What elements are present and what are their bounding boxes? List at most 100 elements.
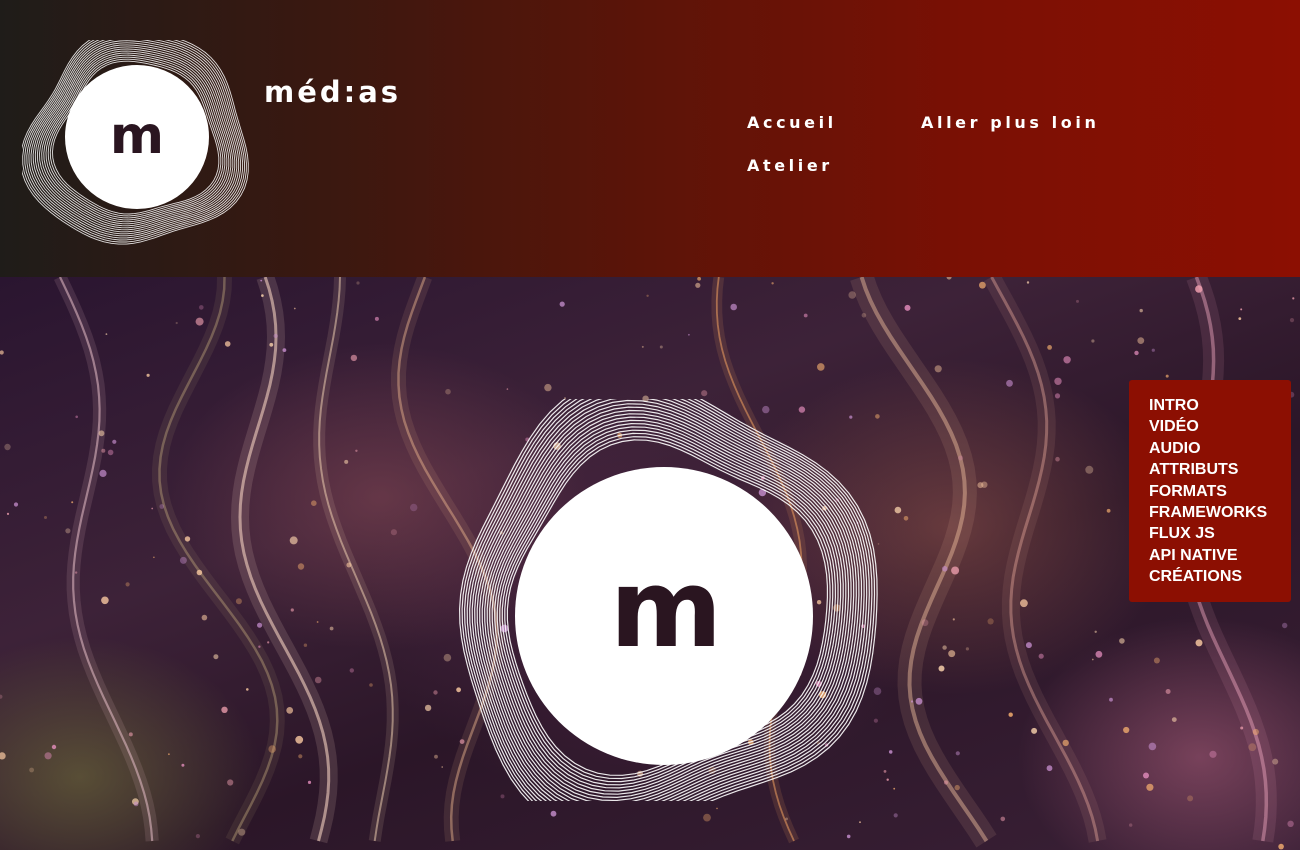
side-menu-item-flux-js[interactable]: FLUX JS [1149, 523, 1291, 544]
bokeh-dot [1020, 599, 1028, 608]
bokeh-dot [1165, 689, 1171, 694]
bokeh-dot [101, 448, 106, 453]
bokeh-dot [1046, 765, 1053, 772]
bokeh-dot [1109, 697, 1113, 702]
bokeh-dot [107, 449, 114, 456]
nav-link-atelier[interactable]: Atelier [747, 155, 833, 177]
side-menu-item-creations[interactable]: CRÉATIONS [1149, 566, 1291, 587]
bokeh-dot [1240, 308, 1243, 311]
bokeh-dot [979, 281, 986, 289]
bokeh-dot [1123, 726, 1130, 734]
bokeh-dot [921, 619, 929, 627]
bokeh-dot [235, 598, 242, 605]
bokeh-dot [1292, 297, 1295, 300]
bokeh-dot [246, 688, 249, 691]
bokeh-dot [293, 307, 296, 310]
bokeh-dot [1278, 843, 1284, 850]
bokeh-dot [1119, 638, 1125, 644]
bokeh-dot [268, 745, 277, 753]
side-menu-item-intro[interactable]: INTRO [1149, 395, 1291, 416]
logo-letter: m [110, 106, 164, 166]
bokeh-dot [213, 654, 219, 660]
bokeh-dot [257, 622, 263, 628]
bokeh-dot [955, 751, 960, 756]
bokeh-dot [1106, 508, 1111, 513]
section-side-menu: INTRO VIDÉO AUDIO ATTRIBUTS FORMATS FRAM… [1129, 380, 1291, 602]
bokeh-dot [269, 342, 274, 347]
bokeh-dot [98, 430, 105, 437]
bokeh-dot [1209, 750, 1217, 758]
bokeh-dot [1063, 356, 1071, 364]
bokeh-dot [544, 383, 552, 392]
bokeh-dot [942, 566, 948, 572]
bokeh-dot [168, 753, 170, 756]
bokeh-dot [1062, 739, 1069, 747]
bokeh-dot [303, 643, 308, 647]
bokeh-dot [424, 704, 432, 712]
bokeh-dot [904, 304, 911, 311]
bokeh-dot [1143, 772, 1149, 779]
bokeh-dot [1047, 345, 1052, 350]
bokeh-dot [1139, 308, 1143, 313]
bokeh-dot [1054, 393, 1061, 399]
bokeh-dot [1038, 653, 1044, 659]
bokeh-dot [44, 752, 52, 760]
bokeh-dot [159, 504, 165, 509]
bokeh-dot [703, 813, 711, 822]
side-menu-item-formats[interactable]: FORMATS [1149, 481, 1291, 502]
bokeh-dot [267, 641, 270, 644]
bokeh-dot [1025, 642, 1032, 649]
bokeh-dot [1282, 622, 1288, 629]
bokeh-dot [289, 536, 298, 545]
bokeh-dot [1091, 339, 1095, 343]
nav-link-aller-plus-loin[interactable]: Aller plus loin [921, 112, 1099, 134]
bokeh-dot [298, 754, 303, 759]
bokeh-dot [659, 345, 663, 349]
bokeh-dot [965, 647, 970, 651]
hero-medias-logo-icon: m [458, 399, 878, 801]
side-menu-item-frameworks[interactable]: FRAMEWORKS [1149, 502, 1291, 523]
bokeh-dot [44, 516, 47, 519]
bokeh-dot [893, 813, 898, 818]
bokeh-dot [1195, 285, 1203, 293]
bokeh-dot [175, 321, 178, 325]
bokeh-dot [1146, 783, 1154, 791]
bokeh-dot [934, 365, 942, 373]
bokeh-dot [227, 779, 234, 786]
side-menu-item-video[interactable]: VIDÉO [1149, 416, 1291, 437]
side-menu-item-api-native[interactable]: API NATIVE [1149, 545, 1291, 566]
bokeh-dot [771, 282, 774, 285]
bokeh-dot [1031, 727, 1038, 734]
bokeh-dot [112, 439, 117, 444]
bokeh-dot [803, 313, 808, 318]
nav-link-accueil[interactable]: Accueil [747, 112, 837, 134]
side-menu-item-attributs[interactable]: ATTRIBUTS [1149, 459, 1291, 480]
bokeh-dot [0, 752, 6, 760]
bokeh-dot [410, 503, 418, 512]
site-title[interactable]: méd:as [264, 72, 401, 112]
bokeh-dot [151, 507, 154, 510]
light-streak-glow [151, 277, 285, 845]
bokeh-dot [282, 348, 287, 352]
bokeh-dot [6, 512, 10, 515]
site-header: m méd:as Accueil Aller plus loin Atelier [0, 0, 1300, 277]
bokeh-dot [125, 582, 130, 587]
bokeh-dot [1248, 743, 1257, 752]
side-menu-item-audio[interactable]: AUDIO [1149, 438, 1291, 459]
light-streak [990, 277, 1100, 842]
bokeh-dot [29, 767, 34, 773]
bokeh-dot [238, 828, 246, 836]
bokeh-dot [938, 665, 945, 672]
bokeh-dot [1165, 374, 1169, 378]
bokeh-dot [133, 801, 139, 807]
medias-logo-icon[interactable]: m [22, 40, 252, 250]
bokeh-dot [730, 303, 737, 311]
bokeh-dot [977, 482, 984, 489]
bokeh-dot [51, 744, 57, 750]
bokeh-dot [1153, 657, 1160, 664]
bokeh-dot [75, 415, 78, 419]
bokeh-dot [316, 621, 319, 623]
bokeh-dot [894, 506, 902, 514]
hero-logo-letter: m [610, 547, 723, 672]
bokeh-dot [369, 683, 373, 687]
